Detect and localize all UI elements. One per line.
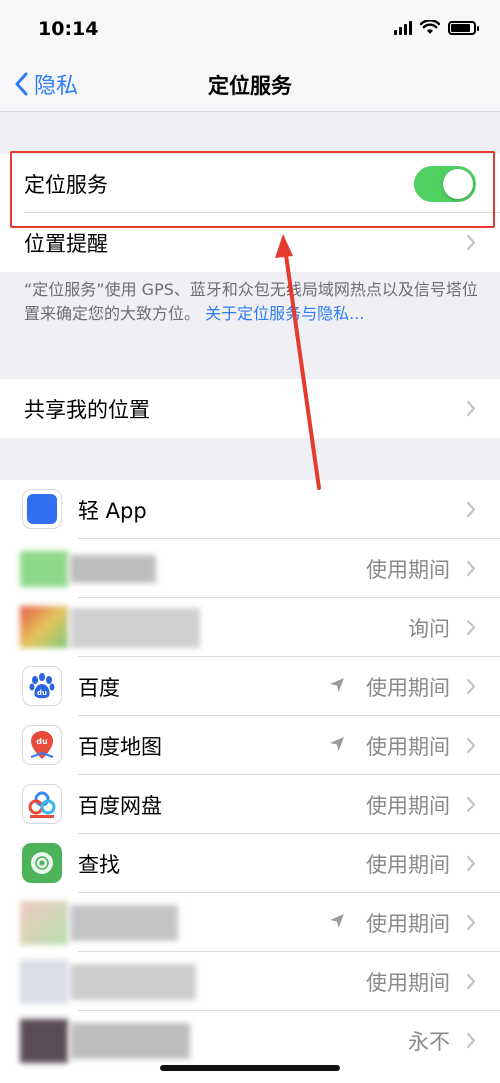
app-row-baidu[interactable]: du 百度 使用期间 [0, 657, 500, 716]
find-my-radar-icon [22, 843, 62, 883]
app-name: 轻 App [78, 499, 147, 523]
share-location-group: 共享我的位置 [0, 379, 500, 438]
app-row-obscured[interactable]: 使用期间 [0, 952, 500, 1011]
app-row-obscured[interactable]: 使用期间 [0, 893, 500, 952]
app-row-obscured[interactable]: 使用期间 [0, 539, 500, 598]
app-row-find-my[interactable]: 查找 使用期间 [0, 834, 500, 893]
obscured-app-name [70, 964, 196, 1000]
status-icons [394, 20, 479, 35]
chevron-right-icon [466, 737, 476, 754]
chevron-right-icon [466, 973, 476, 990]
share-location-label: 共享我的位置 [24, 398, 150, 422]
chevron-right-icon [466, 1032, 476, 1049]
status-time: 10:14 [38, 18, 99, 40]
chevron-right-icon [466, 501, 476, 518]
chevron-right-icon [466, 855, 476, 872]
light-app-icon [22, 489, 62, 529]
baidu-netdisk-cloud-icon [22, 784, 62, 824]
cellular-signal-icon [394, 20, 412, 35]
app-name: 查找 [78, 853, 120, 877]
chevron-right-icon [466, 619, 476, 636]
obscured-app-icon [20, 901, 68, 945]
app-row-obscured[interactable]: 永不 [0, 1011, 500, 1070]
app-row-obscured[interactable]: 询问 [0, 598, 500, 657]
obscured-app-name [70, 608, 200, 648]
obscured-app-name [70, 555, 156, 583]
svg-text:du: du [36, 737, 48, 746]
app-name: 百度 [78, 676, 120, 700]
app-status: 使用期间 [366, 676, 450, 700]
page-title: 定位服务 [208, 74, 292, 98]
location-alerts-label: 位置提醒 [24, 232, 108, 256]
app-row-baidu-netdisk[interactable]: 百度网盘 使用期间 [0, 775, 500, 834]
baidu-paw-icon: du [22, 666, 62, 706]
chevron-right-icon [466, 796, 476, 813]
chevron-right-icon [466, 234, 476, 251]
app-status: 永不 [408, 1030, 450, 1054]
location-arrow-icon [330, 914, 344, 928]
app-name: 百度地图 [78, 735, 162, 759]
baidu-maps-pin-icon: du [22, 725, 62, 765]
svg-text:du: du [37, 689, 47, 697]
obscured-app-icon [20, 551, 68, 587]
chevron-right-icon [466, 914, 476, 931]
app-status: 使用期间 [366, 735, 450, 759]
location-arrow-icon [330, 737, 344, 751]
app-status: 使用期间 [366, 912, 450, 936]
chevron-right-icon [466, 560, 476, 577]
chevron-right-icon [466, 678, 476, 695]
app-row-light-app[interactable]: 轻 App [0, 480, 500, 539]
obscured-app-name [70, 905, 178, 941]
chevron-right-icon [466, 400, 476, 417]
home-indicator[interactable] [160, 1065, 340, 1071]
share-location-row[interactable]: 共享我的位置 [0, 379, 500, 438]
obscured-app-icon [20, 1019, 68, 1063]
app-status: 使用期间 [366, 853, 450, 877]
app-status: 询问 [408, 617, 450, 641]
obscured-app-icon [20, 606, 68, 648]
app-status: 使用期间 [366, 971, 450, 995]
location-arrow-icon [330, 678, 344, 692]
location-footnote: “定位服务”使用 GPS、蓝牙和众包无线局域网热点以及信号塔位置来确定您的大致方… [24, 278, 478, 326]
status-bar: 10:14 [0, 0, 500, 56]
wifi-icon [420, 20, 440, 34]
battery-icon [448, 20, 479, 35]
app-name: 百度网盘 [78, 794, 162, 818]
annotation-highlight-box [10, 151, 495, 228]
app-list: 轻 App 使用期间 询问 du 百度 使用期间 du 百度地图 使用期间 百度… [0, 480, 500, 1083]
obscured-app-name [70, 1023, 190, 1059]
about-location-privacy-link[interactable]: 关于定位服务与隐私... [205, 304, 364, 323]
app-row-baidu-maps[interactable]: du 百度地图 使用期间 [0, 716, 500, 775]
obscured-app-icon [20, 960, 68, 1004]
app-status: 使用期间 [366, 558, 450, 582]
app-status: 使用期间 [366, 794, 450, 818]
navigation-bar: 隐私 定位服务 [0, 56, 500, 112]
